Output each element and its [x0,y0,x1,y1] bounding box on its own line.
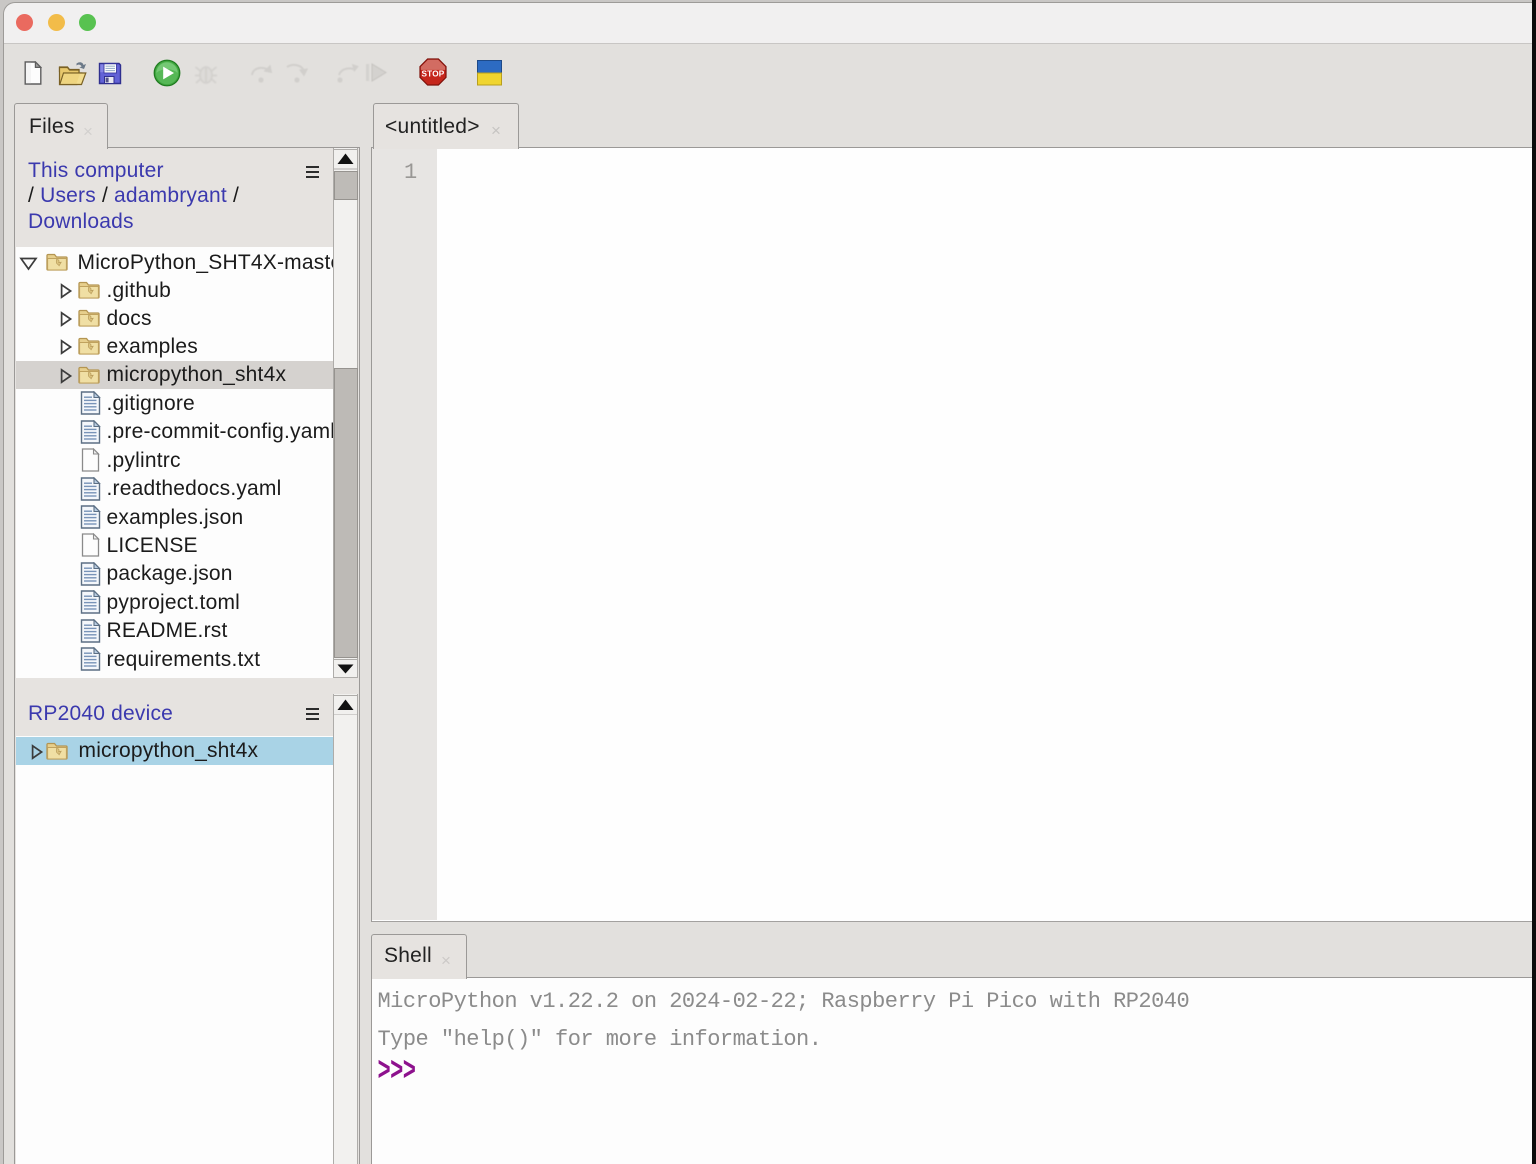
svg-text:STOP: STOP [421,70,444,79]
